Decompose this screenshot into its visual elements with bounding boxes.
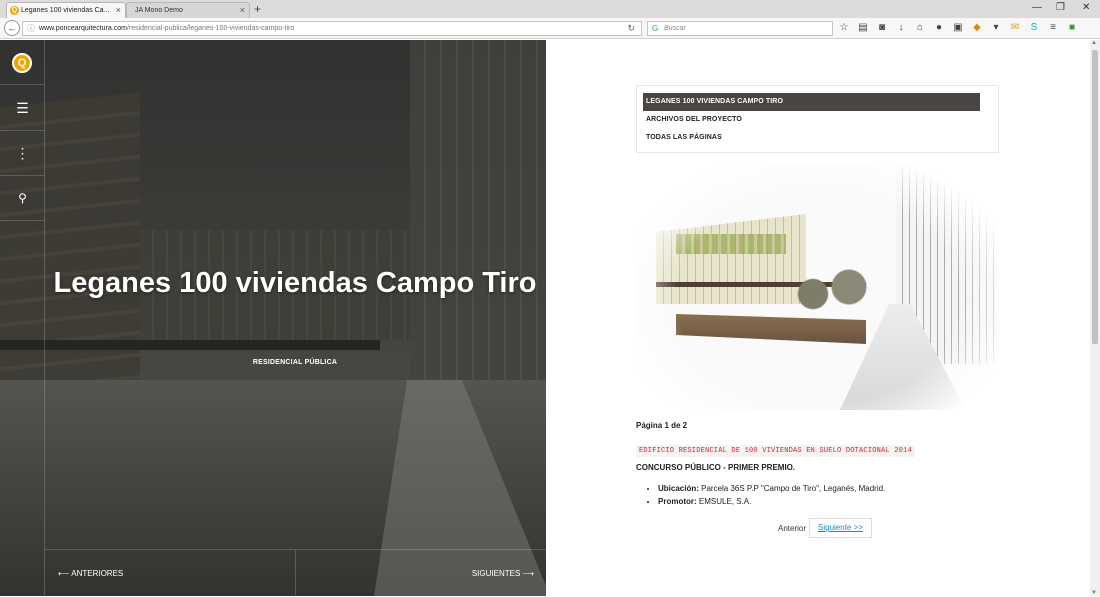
detail-label: Ubicación: <box>658 484 699 493</box>
page-count: Página 1 de 2 <box>636 421 688 430</box>
url-path: /residencial-publica/leganes-100-viviend… <box>126 25 295 32</box>
menu-icon[interactable]: ≡ <box>1047 22 1059 34</box>
toc-item-archivos[interactable]: ARCHIVOS DEL PROYECTO <box>643 111 980 129</box>
home-icon[interactable]: ⌂ <box>914 22 926 34</box>
search-placeholder: Buscar <box>664 25 686 32</box>
logo-icon: Q <box>12 53 32 73</box>
tab-leganes[interactable]: Q Leganes 100 viviendas Ca... × <box>6 2 126 18</box>
hero-background-image <box>0 40 546 596</box>
hero-overlay <box>0 40 546 596</box>
toolbar-icons: ☆ ▤ ◙ ↓ ⌂ ● ▣ ◆ ▾ ✉ S ≡ ■ <box>838 22 1078 35</box>
category-link[interactable]: RESIDENCIAL PÚBLICA <box>45 359 545 366</box>
project-details-list: Ubicación: Parcela 36S P.P "Campo de Tir… <box>658 482 885 508</box>
detail-value: Parcela 36S P.P "Campo de Tiro", Leganés… <box>698 484 886 493</box>
tab-title: Leganes 100 viviendas Ca... <box>21 7 110 14</box>
pager-divider <box>295 550 296 597</box>
restore-icon[interactable]: ❐ <box>1056 1 1065 15</box>
search-engine-icon: G <box>652 24 659 33</box>
scrollbar-thumb[interactable] <box>1092 50 1098 344</box>
page-scrollbar[interactable]: ▲ ▼ <box>1090 40 1100 596</box>
download-icon[interactable]: ↓ <box>895 22 907 34</box>
new-tab-button[interactable]: + <box>254 1 261 17</box>
detail-value: EMSULE, S.A. <box>696 497 752 506</box>
menu-icon: ☰ <box>16 100 29 116</box>
site-favicon-icon: Q <box>10 6 19 15</box>
star-icon[interactable]: ☆ <box>838 22 850 34</box>
project-award-heading: CONCURSO PÚBLICO - PRIMER PREMIO. <box>636 463 796 472</box>
project-sketch-image <box>636 164 999 410</box>
pocket-icon[interactable]: ◙ <box>876 22 888 34</box>
toc-item-todas-paginas[interactable]: TODAS LAS PÁGINAS <box>643 129 980 147</box>
sketch-vignette <box>636 164 999 410</box>
menu-dropdown-icon[interactable]: ▾ <box>990 22 1002 34</box>
detail-ubicacion: Ubicación: Parcela 36S P.P "Campo de Tir… <box>658 482 885 495</box>
clipboard-icon[interactable]: ▤ <box>857 22 869 34</box>
scroll-up-icon[interactable]: ▲ <box>1091 40 1097 46</box>
site-logo[interactable]: Q <box>0 40 45 85</box>
more-vertical-icon: ⋮ <box>15 145 30 161</box>
back-button[interactable]: ← <box>4 20 20 36</box>
close-window-icon[interactable]: ✕ <box>1082 1 1090 15</box>
search-button[interactable]: ⚲ <box>0 176 45 221</box>
close-tab-icon[interactable]: × <box>240 3 245 18</box>
next-posts-link[interactable]: SIGUIENTES ⟶ <box>472 569 534 578</box>
scroll-down-icon[interactable]: ▼ <box>1091 590 1097 596</box>
toc-item-leganes[interactable]: LEGANES 100 VIVIENDAS CAMPO TIRO <box>643 93 980 111</box>
next-page-button[interactable]: Siguiente >> <box>809 518 872 538</box>
left-sidebar: Q ☰ ⋮ ⚲ <box>0 40 45 596</box>
detail-promotor: Promotor: EMSULE, S.A. <box>658 495 885 508</box>
more-button[interactable]: ⋮ <box>0 131 45 176</box>
article-pagination: Anterior Siguiente >> <box>778 518 872 538</box>
article-toc: LEGANES 100 VIVIENDAS CAMPO TIRO ARCHIVO… <box>636 85 999 153</box>
extension-icon[interactable]: ▣ <box>952 22 964 34</box>
url-bar[interactable]: ⓘ www.poncearquitectura.com/residencial-… <box>22 21 642 36</box>
minimize-icon[interactable]: — <box>1032 1 1042 15</box>
mail-icon[interactable]: ✉ <box>1009 22 1021 34</box>
skype-icon[interactable]: S <box>1028 22 1040 34</box>
browser-nav-bar: ← ⓘ www.poncearquitectura.com/residencia… <box>0 18 1100 39</box>
site-info-icon[interactable]: ⓘ <box>27 22 35 35</box>
url-domain: www.poncearquitectura.com <box>39 25 127 32</box>
detail-label: Promotor: <box>658 497 697 506</box>
post-pager: ⟵ ANTERIORES SIGUIENTES ⟶ <box>45 549 546 597</box>
page-title: Leganes 100 viviendas Campo Tiro <box>53 267 537 299</box>
browser-tab-bar: Q Leganes 100 viviendas Ca... × JA Mono … <box>0 0 1100 18</box>
search-icon: ⚲ <box>18 191 27 205</box>
close-tab-icon[interactable]: × <box>116 3 121 18</box>
addon-green-icon[interactable]: ■ <box>1066 22 1078 34</box>
menu-button[interactable]: ☰ <box>0 86 45 131</box>
article-content: LEGANES 100 VIVIENDAS CAMPO TIRO ARCHIVO… <box>546 40 1090 596</box>
previous-page-label: Anterior <box>778 523 807 533</box>
project-code-line: EDIFICIO RESIDENCIAL DE 100 VIVIENDAS EN… <box>636 445 915 457</box>
search-input[interactable]: G Buscar <box>647 21 833 36</box>
tab-title: JA Mono Demo <box>135 7 183 14</box>
tab-ja-mono-demo[interactable]: JA Mono Demo × <box>126 2 250 18</box>
reload-icon[interactable]: ↻ <box>627 22 635 35</box>
addon-icon[interactable]: ◆ <box>971 22 983 34</box>
chat-icon[interactable]: ● <box>933 22 945 34</box>
previous-posts-link[interactable]: ⟵ ANTERIORES <box>58 569 123 578</box>
